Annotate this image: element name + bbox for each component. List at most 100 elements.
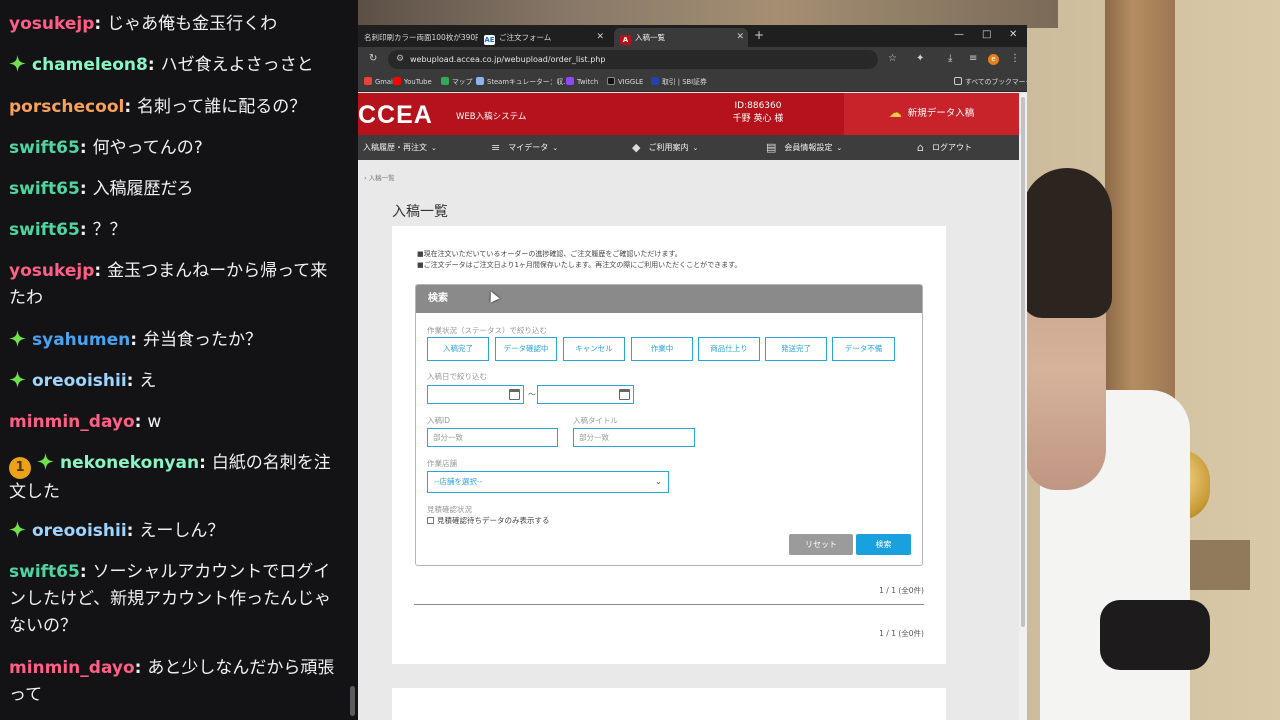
download-icon[interactable]: ⤓ (948, 53, 952, 65)
chat-message: oreooishii: えーしん？ (9, 518, 343, 545)
chat-username[interactable]: swift65 (9, 138, 80, 158)
page-scrollbar-thumb[interactable] (1021, 97, 1025, 627)
status-in-progress-button[interactable]: 作業中 (631, 337, 693, 361)
chat-username[interactable]: oreooishii (32, 371, 127, 391)
bookmark-gmail[interactable]: Gmail (364, 76, 395, 88)
upload-id-input[interactable]: 部分一致 (427, 428, 558, 447)
all-bookmarks[interactable]: すべてのブックマーク (954, 76, 1027, 88)
tab-meishi[interactable]: 名刺印刷カラー両面100枚が390円 (358, 28, 478, 47)
chat-separator: : (79, 138, 93, 158)
calendar-icon[interactable] (509, 389, 520, 400)
chat-username[interactable]: chameleon8 (32, 55, 148, 75)
status-cancel-button[interactable]: キャンセル (563, 337, 625, 361)
bookmark-sbi[interactable]: 取引 | SBI証券 (651, 76, 707, 88)
status-finished-button[interactable]: 商品仕上り (698, 337, 760, 361)
chat-username[interactable]: swift65 (9, 220, 80, 240)
chat-message: swift65: 入稿履歴だろ (9, 176, 343, 203)
menu-icon[interactable]: ⋮ (1010, 53, 1020, 65)
date-to-input[interactable] (537, 385, 634, 404)
maximize-button[interactable]: □ (982, 29, 991, 40)
site-info-icon[interactable]: ⚙ (396, 50, 404, 69)
youtube-icon (393, 77, 401, 85)
chat-username[interactable]: minmin_dayo (9, 658, 135, 678)
shop-select[interactable]: --店舗を選択-- ⌄ (427, 471, 669, 493)
nav-guide[interactable]: ◆ ご利用案内 ⌄ (632, 135, 698, 160)
close-icon[interactable]: ✕ (736, 28, 744, 47)
shop-label: 作業店舗 (427, 459, 457, 468)
reload-icon[interactable]: ↻ (369, 53, 377, 65)
bookmark-viggle[interactable]: VIGGLE (607, 76, 643, 88)
chat-username[interactable]: porschecool (9, 97, 124, 117)
chat-username[interactable]: oreooishii (32, 521, 127, 541)
chat-scrollbar[interactable] (350, 686, 355, 716)
nav-label: マイデータ (508, 143, 549, 152)
status-checking-button[interactable]: データ確認中 (495, 337, 557, 361)
bookmark-label: VIGGLE (618, 78, 644, 86)
media-icon[interactable]: ≡ (969, 53, 977, 65)
chevron-down-icon: ⌄ (655, 477, 662, 486)
profile-avatar[interactable]: e (988, 54, 999, 65)
account-info: ID:886360 千野 英心 様 (708, 100, 808, 126)
chat-message: yosukejp: 金玉つまんねーから帰って来たわ (9, 258, 343, 312)
address-bar[interactable]: ⚙ webupload.accea.co.jp/webupload/order_… (388, 50, 878, 69)
bookmark-youtube[interactable]: YouTube (393, 76, 432, 88)
sparkle-badge-icon (9, 371, 26, 388)
chat-separator: : (94, 261, 108, 281)
minimize-button[interactable]: — (954, 29, 964, 40)
site-header: CCEA WEB入稿システム ID:886360 千野 英心 様 ☁ 新規データ入… (358, 93, 1019, 135)
search-button[interactable]: 検索 (856, 534, 911, 555)
chat-username[interactable]: nekonekonyan (60, 453, 199, 473)
chat-username[interactable]: syahumen (32, 330, 130, 350)
divider (414, 604, 924, 605)
tab-order-form[interactable]: AE ご注文フォーム ✕ (478, 28, 608, 47)
nav-member-settings[interactable]: ▤ 会員情報設定 ⌄ (766, 135, 842, 160)
site-subtitle: WEB入稿システム (456, 112, 527, 122)
sparkle-badge-icon (9, 521, 26, 538)
status-data-error-button[interactable]: データ不備 (832, 337, 895, 361)
upload-title-input[interactable]: 部分一致 (573, 428, 695, 447)
calendar-icon[interactable] (619, 389, 630, 400)
chat-username[interactable]: yosukejp (9, 14, 94, 34)
chat-username[interactable]: minmin_dayo (9, 412, 135, 432)
close-icon[interactable]: ✕ (596, 28, 604, 47)
nav-logout[interactable]: ⌂ ログアウト (917, 135, 972, 160)
bookmark-steam[interactable]: Steamキュレーター：収... (476, 76, 570, 88)
chat-separator: : (79, 179, 93, 199)
extensions-icon[interactable]: ✦ (916, 53, 924, 65)
chat-text: ハゼ食えよさっさと (160, 55, 314, 75)
chat-separator: : (124, 97, 138, 117)
reset-button[interactable]: リセット (789, 534, 853, 555)
url-text: webupload.accea.co.jp/webupload/order_li… (410, 55, 606, 64)
new-tab-button[interactable]: + (754, 28, 764, 42)
chat-username[interactable]: swift65 (9, 179, 80, 199)
bookmark-maps[interactable]: マップ (441, 76, 472, 88)
chat-separator: : (134, 412, 148, 432)
chevron-down-icon: ⌄ (836, 144, 843, 152)
page-title: 入稿一覧 (392, 204, 448, 220)
breadcrumb[interactable]: › 入稿一覧 (364, 172, 395, 182)
chat-username[interactable]: yosukejp (9, 261, 94, 281)
estimate-checkbox[interactable] (427, 517, 434, 524)
accea-logo[interactable]: CCEA (358, 101, 433, 130)
status-shipped-button[interactable]: 発送完了 (765, 337, 827, 361)
chat-text: ？？ (92, 220, 127, 240)
info-note: ■現在注文いただいているオーダーの進捗確認、ご注文履歴をご確認いただけます。 (417, 250, 682, 258)
close-window-button[interactable]: ✕ (1009, 29, 1017, 40)
chat-text: 弁当食ったか？ (142, 330, 262, 350)
gift-badge-icon: 1 (9, 457, 31, 479)
bookmark-star-icon[interactable]: ☆ (888, 53, 897, 65)
new-upload-button[interactable]: ☁ 新規データ入稿 (844, 93, 1019, 135)
accea-tab-icon: A (620, 35, 631, 45)
chat-username[interactable]: swift65 (9, 562, 80, 582)
page-viewport: CCEA WEB入稿システム ID:886360 千野 英心 様 ☁ 新規データ入… (358, 93, 1019, 720)
date-from-input[interactable] (427, 385, 524, 404)
status-upload-complete-button[interactable]: 入稿完了 (427, 337, 489, 361)
nav-mydata[interactable]: ≡ マイデータ ⌄ (491, 135, 558, 160)
logout-icon: ⌂ (917, 141, 924, 154)
member-card-icon: ▤ (766, 141, 777, 154)
tab-order-list[interactable]: A 入稿一覧 ✕ (614, 28, 748, 47)
bookmark-twitch[interactable]: Twitch (566, 76, 598, 88)
estimate-checkbox-label[interactable]: 見積確認待ちデータのみ表示する (437, 515, 550, 526)
chat-message: 1 nekonekonyan: 白紙の名刺を注文した (9, 450, 343, 506)
nav-history[interactable]: 入稿履歴・再注文 ⌄ (363, 135, 437, 160)
